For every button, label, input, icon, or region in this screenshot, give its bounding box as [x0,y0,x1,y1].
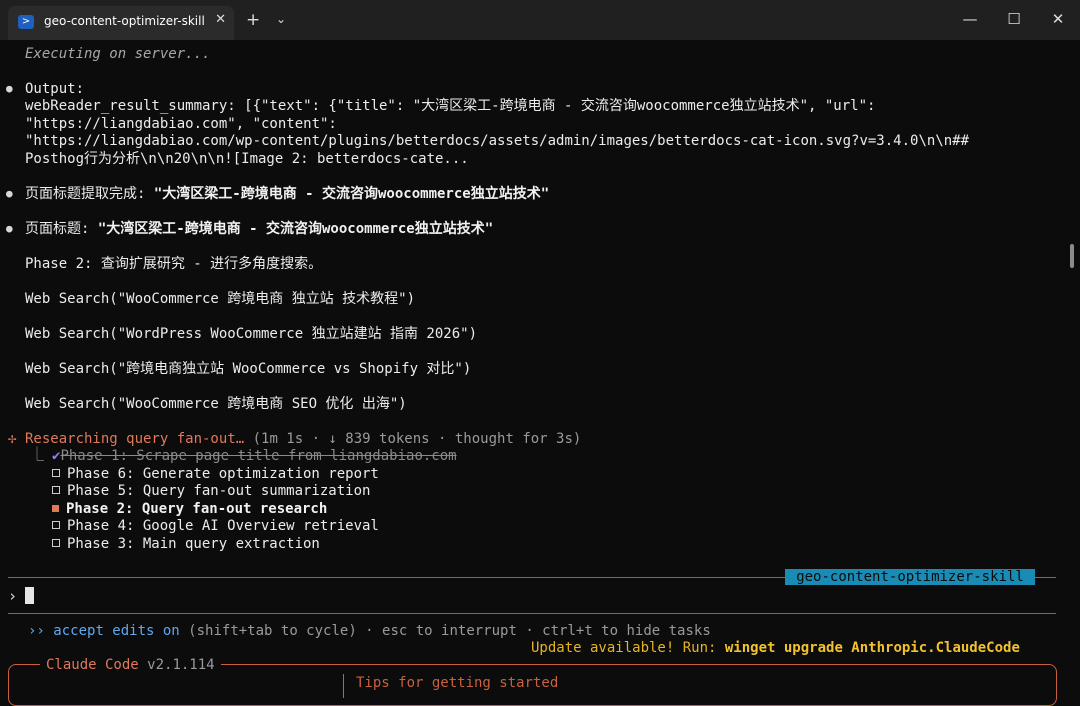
output-line: webReader_result_summary: [{"text": {"ti… [25,98,876,114]
web-search-line: Web Search("WooCommerce 跨境电商 独立站 技术教程") [25,291,416,307]
terminal-tab[interactable]: > geo-content-optimizer-skill ✕ [8,6,234,40]
phase2-text: Phase 2: 查询扩展研究 - 进行多角度搜索。 [25,256,323,272]
executing-status: Executing on server... [25,46,211,62]
update-line: Update available! Run: winget upgrade An… [531,639,1020,657]
status-meta: (1m 1s · ↓ 839 tokens · thought for 3s) [252,431,582,447]
new-tab-button[interactable]: + [246,10,260,30]
bullet-icon: ● [6,82,13,95]
pending-square-icon [52,486,60,494]
powershell-icon: > [18,15,34,29]
task-label: Phase 6: Generate optimization report [67,466,379,482]
task-label: Phase 1: Scrape page title from liangdab… [60,448,457,464]
title-extract-line: 页面标题提取完成: "大湾区梁工-跨境电商 - 交流咨询woocommerce独… [25,185,549,203]
pending-square-icon [52,539,60,547]
status-text: Researching query fan-out… [25,431,245,447]
title-label: 页面标题: [25,221,98,237]
title-extract-value: "大湾区梁工-跨境电商 - 交流咨询woocommerce独立站技术" [153,186,550,202]
pending-square-icon [52,469,60,477]
mode-arrows-icon: ›› [28,623,45,639]
welcome-divider [343,674,344,698]
output-line: "https://liangdabiao.com/wp-content/plug… [25,133,970,149]
dropdown-icon[interactable]: ⌄ [276,12,286,26]
status-line: Researching query fan-out… (1m 1s · ↓ 83… [25,430,581,448]
close-button[interactable]: ✕ [1048,10,1068,28]
welcome-title: Claude Code v2.1.114 [40,656,221,674]
scrollbar-thumb[interactable] [1070,244,1074,268]
title-line: 页面标题: "大湾区梁工-跨境电商 - 交流咨询woocommerce独立站技术… [25,220,493,238]
minimize-button[interactable]: — [960,10,980,28]
spinner-icon: ✢ [8,431,17,447]
title-extract-label: 页面标题提取完成: [25,186,154,202]
active-square-icon [52,505,59,512]
task-item: ✔Phase 1: Scrape page title from liangda… [52,447,457,465]
bullet-icon: ● [6,222,13,235]
input-bottom-divider [8,613,1056,614]
mode-line: ›› accept edits on (shift+tab to cycle) … [28,622,711,640]
title-bar: > geo-content-optimizer-skill ✕ + ⌄ — ☐ … [0,0,1080,40]
update-prefix: Update available! Run: [531,640,725,656]
task-item: Phase 5: Query fan-out summarization [52,482,370,500]
web-search-line: Web Search("WooCommerce 跨境电商 SEO 优化 出海") [25,396,407,412]
tab-close-icon[interactable]: ✕ [215,12,226,27]
prompt-icon: › [8,587,18,605]
maximize-button[interactable]: ☐ [1004,10,1024,28]
output-label: Output: [25,81,85,97]
session-tag: geo-content-optimizer-skill [785,569,1035,585]
web-search-line: Web Search("WordPress WooCommerce 独立站建站 … [25,326,478,342]
app-name: Claude Code [46,657,139,673]
app-version: v2.1.114 [147,657,215,673]
task-item: Phase 2: Query fan-out research [52,500,327,518]
task-label: Phase 4: Google AI Overview retrieval [67,518,379,534]
mode-text[interactable]: accept edits on [53,623,179,639]
task-item: Phase 4: Google AI Overview retrieval [52,517,379,535]
tree-connector-icon: ⎿ [30,447,44,463]
input-cursor[interactable] [25,587,34,604]
task-label: Phase 5: Query fan-out summarization [67,483,371,499]
pending-square-icon [52,521,60,529]
output-line: Posthog行为分析\n\n20\n\n![Image 2: betterdo… [25,151,469,167]
update-command: winget upgrade Anthropic.ClaudeCode [724,640,1020,656]
web-search-line: Web Search("跨境电商独立站 WooCommerce vs Shopi… [25,361,472,377]
task-item: Phase 6: Generate optimization report [52,465,379,483]
output-line: "https://liangdabiao.com", "content": [25,116,337,132]
title-value: "大湾区梁工-跨境电商 - 交流咨询woocommerce独立站技术" [97,221,494,237]
tips-heading: Tips for getting started [356,675,559,691]
tab-title: geo-content-optimizer-skill [44,14,205,28]
task-label: Phase 2: Query fan-out research [66,501,328,517]
bullet-icon: ● [6,187,13,200]
task-label: Phase 3: Main query extraction [67,536,320,552]
task-item: Phase 3: Main query extraction [52,535,320,553]
mode-hint: (shift+tab to cycle) · esc to interrupt … [188,623,711,639]
